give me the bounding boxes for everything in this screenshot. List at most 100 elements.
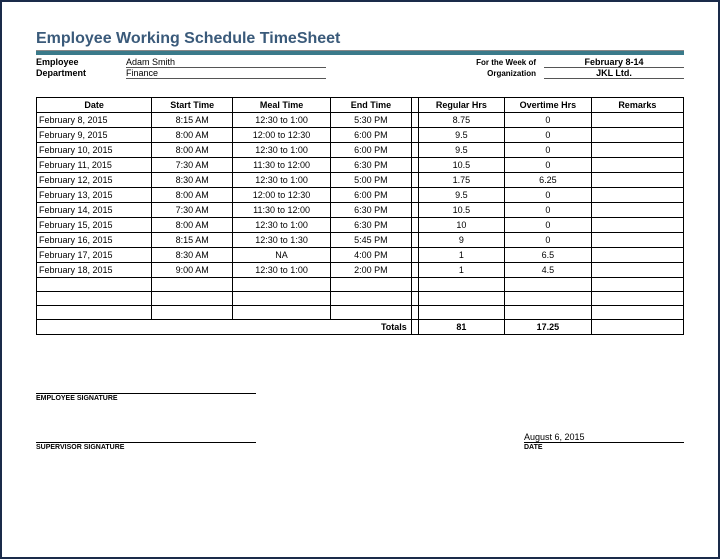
cell: February 17, 2015 [37,248,152,263]
cell [505,278,591,292]
cell: 8:15 AM [152,233,233,248]
org-label: Organization [454,69,544,78]
col-date: Date [37,98,152,113]
cell [331,292,412,306]
col-start: Start Time [152,98,233,113]
week-label: For the Week of [454,58,544,67]
signature-block: EMPLOYEE SIGNATURE SUPERVISOR SIGNATURE … [36,383,684,451]
cell [591,306,683,320]
col-gap [411,218,418,233]
cell [418,278,504,292]
cell: NA [233,248,331,263]
cell [152,278,233,292]
cell: 12:30 to 1:30 [233,233,331,248]
cell: 8:00 AM [152,188,233,203]
cell [591,292,683,306]
employee-signature-label: EMPLOYEE SIGNATURE [36,393,256,402]
cell [152,306,233,320]
cell: 8:00 AM [152,218,233,233]
table-row: February 8, 20158:15 AM12:30 to 1:005:30… [37,113,684,128]
cell: February 14, 2015 [37,203,152,218]
cell [591,128,683,143]
cell: 0 [505,203,591,218]
cell: 7:30 AM [152,158,233,173]
cell [418,306,504,320]
col-gap [411,158,418,173]
cell: 8:00 AM [152,143,233,158]
cell: 2:00 PM [331,263,412,278]
cell: February 15, 2015 [37,218,152,233]
cell: 7:30 AM [152,203,233,218]
timesheet-table: Date Start Time Meal Time End Time Regul… [36,97,684,335]
totals-regular: 81 [418,320,504,335]
cell [591,143,683,158]
cell [591,263,683,278]
cell: 8:00 AM [152,128,233,143]
col-gap [411,188,418,203]
cell: 0 [505,218,591,233]
cell: 12:00 to 12:30 [233,128,331,143]
table-row: February 11, 20157:30 AM11:30 to 12:006:… [37,158,684,173]
cell: 9.5 [418,188,504,203]
cell: 0 [505,128,591,143]
cell: February 12, 2015 [37,173,152,188]
col-gap [411,233,418,248]
cell: 10.5 [418,203,504,218]
page-title: Employee Working Schedule TimeSheet [36,30,684,48]
cell: 12:00 to 12:30 [233,188,331,203]
col-gap [411,143,418,158]
cell [591,158,683,173]
col-gap [411,320,418,335]
week-value: February 8-14 [544,57,684,68]
cell: 6.25 [505,173,591,188]
cell: 6.5 [505,248,591,263]
date-value: August 6, 2015 [524,432,684,442]
cell [591,278,683,292]
supervisor-signature-label: SUPERVISOR SIGNATURE [36,442,256,451]
table-row [37,292,684,306]
cell: 1 [418,248,504,263]
date-label: DATE [524,442,684,451]
cell: 10.5 [418,158,504,173]
employee-value: Adam Smith [126,57,326,68]
cell: 5:45 PM [331,233,412,248]
cell: 1 [418,263,504,278]
date-signature: August 6, 2015 DATE [524,432,684,451]
cell [331,278,412,292]
cell: 9 [418,233,504,248]
col-remarks: Remarks [591,98,683,113]
cell [591,233,683,248]
cell: 0 [505,188,591,203]
cell: 4:00 PM [331,248,412,263]
cell [591,113,683,128]
cell [233,292,331,306]
title-underline [36,50,684,55]
cell: 10 [418,218,504,233]
org-value: JKL Ltd. [544,68,684,79]
table-row: February 10, 20158:00 AM12:30 to 1:006:0… [37,143,684,158]
cell [591,188,683,203]
cell: 12:30 to 1:00 [233,263,331,278]
table-row: February 18, 20159:00 AM12:30 to 1:002:0… [37,263,684,278]
totals-row: Totals 81 17.25 [37,320,684,335]
cell: 4.5 [505,263,591,278]
cell [591,203,683,218]
cell: 9:00 AM [152,263,233,278]
totals-label: Totals [37,320,412,335]
cell [37,306,152,320]
cell [233,306,331,320]
cell: 0 [505,143,591,158]
cell: 9.5 [418,143,504,158]
cell: 0 [505,158,591,173]
department-label: Department [36,68,126,78]
cell: 8.75 [418,113,504,128]
cell: 12:30 to 1:00 [233,143,331,158]
col-gap [411,203,418,218]
supervisor-signature: SUPERVISOR SIGNATURE [36,432,256,451]
col-meal: Meal Time [233,98,331,113]
cell: 0 [505,233,591,248]
cell: 11:30 to 12:00 [233,203,331,218]
table-row: February 13, 20158:00 AM12:00 to 12:306:… [37,188,684,203]
cell: 6:30 PM [331,158,412,173]
cell: 5:00 PM [331,173,412,188]
